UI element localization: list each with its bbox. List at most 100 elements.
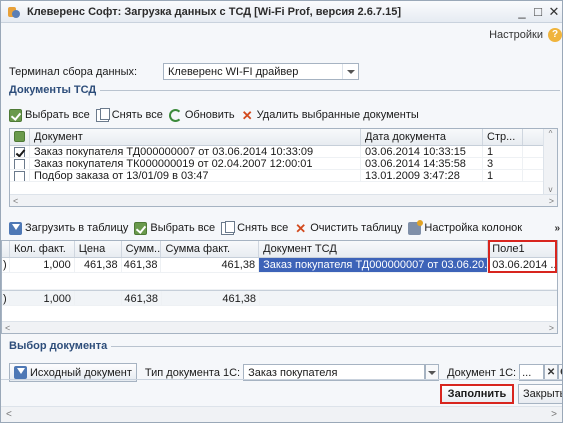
table-row[interactable]: Подбор заказа от 13/01/09 в 03:47 13.01.… xyxy=(10,170,557,182)
total-qty: 1,000 xyxy=(10,291,75,305)
select-all-docs-button[interactable]: Выбрать все xyxy=(9,108,90,122)
window-horizontal-scrollbar[interactable]: < > xyxy=(1,406,562,422)
clear-table-button[interactable]: ✕ Очистить таблицу xyxy=(294,222,402,235)
load-to-table-button[interactable]: Загрузить в таблицу xyxy=(9,221,129,235)
uncheck-all-icon xyxy=(95,107,110,122)
scroll-up-icon[interactable]: ^ xyxy=(549,129,553,138)
cell-sum-fact: 461,38 xyxy=(161,258,260,272)
doc-choice-title-text: Выбор документа xyxy=(9,340,108,352)
tsd-docs-horizontal-scrollbar[interactable]: < > xyxy=(10,194,557,206)
cell-document: Подбор заказа от 13/01/09 в 03:47 xyxy=(30,170,361,181)
cell-lines: 1 xyxy=(483,146,523,157)
title-bar[interactable]: Клеверенс Софт: Загрузка данных с ТСД [W… xyxy=(1,1,562,23)
total-price xyxy=(75,291,122,305)
column-header-tsd-doc[interactable]: Документ ТСД xyxy=(259,241,489,257)
source-document-label: Исходный документ xyxy=(30,366,132,379)
toolbar-more-icon[interactable]: » xyxy=(554,223,560,234)
tsd-docs-table-header: Документ Дата документа Стр... xyxy=(10,129,557,146)
load-to-table-label: Загрузить в таблицу xyxy=(25,222,129,234)
close-button[interactable]: Закрыть xyxy=(518,384,562,404)
section-divider xyxy=(100,89,561,91)
source-doc-icon xyxy=(14,366,27,379)
footer-divider xyxy=(1,379,562,380)
row-checkbox[interactable] xyxy=(14,159,25,169)
delete-selected-label: Удалить выбранные документы xyxy=(256,109,419,121)
row-marker: ) xyxy=(2,291,10,305)
goods-horizontal-scrollbar[interactable]: < > xyxy=(2,321,557,333)
tsd-docs-section-title: Документы ТСД xyxy=(9,84,561,96)
scroll-down-icon[interactable]: v xyxy=(549,185,553,194)
cell-date: 03.06.2014 10:33:15 xyxy=(361,146,483,157)
cell-document: Заказ покупателя ТК000000019 от 02.04.20… xyxy=(30,158,361,169)
settings-link[interactable]: Настройки xyxy=(489,29,543,41)
clear-table-label: Очистить таблицу xyxy=(310,222,403,234)
select-all-label: Выбрать все xyxy=(25,109,90,121)
section-divider xyxy=(111,345,562,347)
header-doc-icon-cell xyxy=(10,129,30,145)
column-header-qty[interactable]: Кол. факт. xyxy=(10,241,75,257)
terminal-label: Терминал сбора данных: xyxy=(9,65,138,78)
window-title: Клеверенс Софт: Загрузка данных с ТСД [W… xyxy=(27,5,401,18)
help-icon[interactable]: ? xyxy=(548,28,562,42)
terminal-row: Терминал сбора данных: Клеверенс WI-FI д… xyxy=(9,63,359,80)
doc-1c-value: ... xyxy=(522,366,532,379)
row-checkbox-cell xyxy=(10,146,30,157)
scroll-left-icon[interactable]: < xyxy=(5,323,10,333)
chevron-down-icon xyxy=(428,370,437,375)
column-header-sum-fact[interactable]: Сумма факт. xyxy=(161,241,260,257)
select-all-rows-button[interactable]: Выбрать все xyxy=(134,221,216,235)
delete-x-icon: ✕ xyxy=(241,107,253,123)
tsd-docs-title-text: Документы ТСД xyxy=(9,84,97,96)
terminal-select[interactable]: Клеверенс WI-FI драйвер xyxy=(163,63,359,80)
scroll-left-icon[interactable]: < xyxy=(13,196,18,206)
scroll-right-icon[interactable]: > xyxy=(549,323,554,333)
doc-type-label: Тип документа 1С: xyxy=(144,366,241,379)
tsd-docs-vertical-scrollbar[interactable]: ^ v xyxy=(543,129,557,194)
column-settings-icon xyxy=(408,219,424,235)
cell-document: Заказ покупателя ТД000000007 от 03.06.20… xyxy=(30,146,361,157)
scroll-right-icon[interactable]: > xyxy=(551,409,557,420)
refresh-icon xyxy=(168,108,182,122)
row-checkbox[interactable] xyxy=(14,147,25,157)
table-toolbar: Загрузить в таблицу Выбрать все Снять вс… xyxy=(9,218,562,238)
doc-choice-section-title: Выбор документа xyxy=(9,340,562,352)
scroll-right-icon[interactable]: > xyxy=(549,196,554,206)
scroll-left-icon[interactable]: < xyxy=(6,409,12,420)
fill-button[interactable]: Заполнить xyxy=(440,384,514,404)
total-sum-fact: 461,38 xyxy=(162,291,260,305)
maximize-button[interactable]: □ xyxy=(530,4,546,19)
cell-date: 03.06.2014 14:35:58 xyxy=(361,158,483,169)
table-row[interactable]: Заказ покупателя ТК000000019 от 02.04.20… xyxy=(10,158,557,170)
deselect-all-label: Снять все xyxy=(111,109,163,121)
column-settings-button[interactable]: Настройка колонок xyxy=(408,219,522,235)
column-header-price[interactable]: Цена xyxy=(75,241,122,257)
select-all-rows-label: Выбрать все xyxy=(150,222,216,234)
tsd-docs-table[interactable]: Документ Дата документа Стр... Заказ пок… xyxy=(9,128,558,207)
table-row[interactable]: Заказ покупателя ТД000000007 от 03.06.20… xyxy=(10,146,557,158)
table-row[interactable]: ) 1,000 461,38 461,38 461,38 Заказ покуп… xyxy=(2,258,557,273)
column-header-sum[interactable]: Сумм... xyxy=(122,241,162,257)
deselect-all-rows-label: Снять все xyxy=(237,222,289,234)
cell-lines: 1 xyxy=(483,170,523,181)
cell-tsd-doc[interactable]: Заказ покупателя ТД000000007 от 03.06.20… xyxy=(259,258,489,272)
deselect-all-docs-button[interactable]: Снять все xyxy=(95,107,163,122)
cell-date: 13.01.2009 3:47:28 xyxy=(361,170,483,181)
row-checkbox[interactable] xyxy=(14,171,25,181)
chevron-down-icon[interactable] xyxy=(342,64,358,79)
minimize-button[interactable]: _ xyxy=(514,4,530,19)
close-window-button[interactable]: ✕ xyxy=(546,4,562,20)
row-marker: ) xyxy=(2,258,10,272)
goods-table[interactable]: Кол. факт. Цена Сумм... Сумма факт. Доку… xyxy=(1,240,558,334)
cell-price: 461,38 xyxy=(75,258,122,272)
column-header-document[interactable]: Документ xyxy=(30,129,361,145)
row-marker-header xyxy=(2,241,10,257)
doc-1c-label: Документ 1С: xyxy=(447,366,517,379)
empty-row xyxy=(2,273,557,290)
deselect-all-rows-button[interactable]: Снять все xyxy=(221,220,289,235)
column-header-lines[interactable]: Стр... xyxy=(483,129,523,145)
refresh-button[interactable]: Обновить xyxy=(168,108,235,122)
column-header-date[interactable]: Дата документа xyxy=(361,129,483,145)
settings-row: Настройки ? xyxy=(489,28,562,42)
cell-lines: 3 xyxy=(483,158,523,169)
delete-selected-button[interactable]: ✕ Удалить выбранные документы xyxy=(241,109,419,122)
